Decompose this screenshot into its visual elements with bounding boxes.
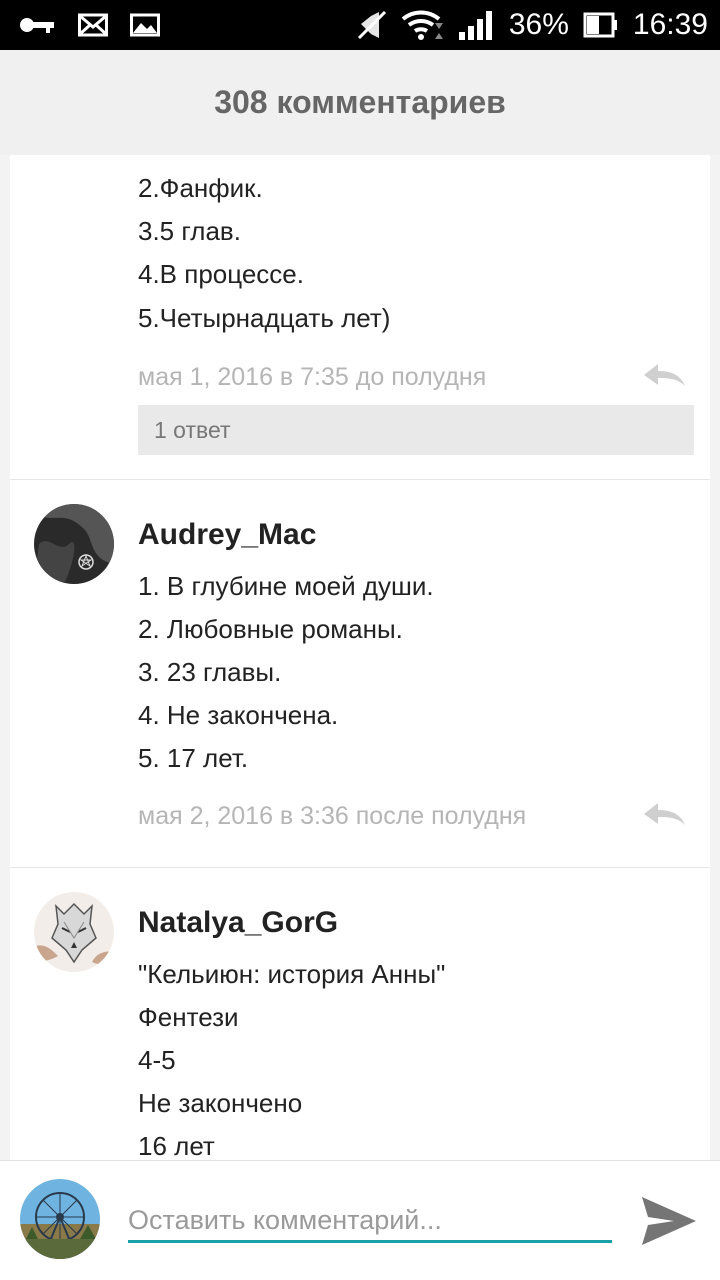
replies-button[interactable]: 1 ответ: [138, 405, 694, 455]
avatar: [20, 1179, 100, 1259]
comment-author[interactable]: Natalya_GorG: [138, 906, 338, 940]
comment-text-line: 2.Фанфик.: [138, 173, 263, 203]
comment-text-line: 4. Не закончена.: [138, 700, 339, 730]
comment-text-line: Не закончено: [138, 1088, 303, 1118]
comment-text-line: 16 лет: [138, 1131, 215, 1160]
comment-text-line: Фентези: [138, 1002, 239, 1032]
battery-icon: [583, 12, 617, 38]
divider: [10, 867, 710, 868]
mail-icon: [78, 13, 108, 37]
comment-text-line: 4-5: [138, 1045, 176, 1075]
comment-text-line: 1. В глубине моей души.: [138, 571, 434, 601]
comment-text-line: 3.5 глав.: [138, 216, 241, 246]
reply-icon[interactable]: [640, 361, 688, 389]
comments-list[interactable]: 1.Ангелин... 2.Фанфик. 3.5 глав. 4.В про…: [10, 155, 710, 1160]
comment-composer: [0, 1160, 720, 1280]
comment-date: мая 2, 2016 в 3:36 после полудня: [138, 802, 527, 830]
header: 308 комментариев: [0, 50, 720, 155]
comment-text-line: 5. 17 лет.: [138, 743, 249, 773]
avatar[interactable]: [34, 504, 114, 584]
divider: [10, 479, 710, 480]
comment-author[interactable]: Audrey_Mac: [138, 518, 316, 552]
comment-date: мая 1, 2016 в 7:35 до полудня: [138, 363, 487, 391]
comment-text-line: 3. 23 главы.: [138, 657, 282, 687]
comment-text-line: 5.Четырнадцать лет): [138, 303, 391, 333]
battery-percent: 36%: [508, 8, 569, 41]
send-icon[interactable]: [638, 1191, 700, 1251]
mute-icon: [357, 10, 386, 40]
page-title: 308 комментариев: [214, 84, 506, 120]
comment-text-line: 4.В процессе.: [138, 259, 304, 289]
key-icon: [20, 18, 54, 33]
comment-input[interactable]: [128, 1201, 612, 1243]
clock: 16:39: [632, 8, 708, 41]
wifi-icon: [401, 10, 443, 40]
comment-text-line: 2. Любовные романы.: [138, 614, 403, 644]
avatar[interactable]: [34, 892, 114, 972]
comment-text-line: "Кельиюн: история Анны": [138, 959, 446, 989]
reply-icon[interactable]: [640, 800, 688, 828]
signal-icon: [458, 11, 492, 40]
image-icon: [130, 13, 160, 37]
status-bar: 36% 16:39: [0, 0, 720, 50]
